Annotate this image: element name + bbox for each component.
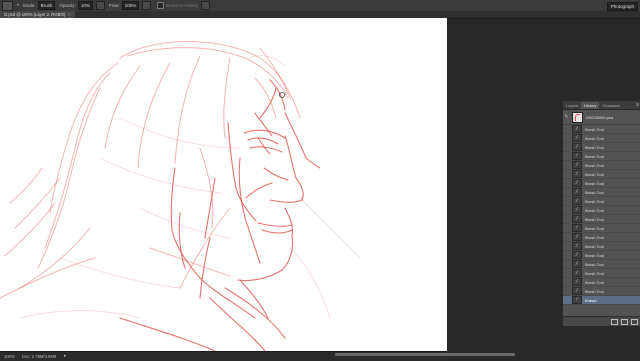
drawing-canvas[interactable] [0,18,447,351]
history-step[interactable]: ⁄ Brush Tool [563,206,640,215]
eraser-tool-icon[interactable] [2,0,13,11]
horizontal-scrollbar[interactable] [335,353,515,356]
history-step[interactable]: ⁄ Brush Tool [563,143,640,152]
history-step[interactable]: ⁄ Brush Tool [563,287,640,296]
history-steps-list: ⁄ Brush Tool ⁄ Brush Tool ⁄ Brush Tool ⁄ Brush … [563,125,640,305]
brush-icon: ⁄ [572,188,582,196]
history-step-label: Brush Tool [585,234,604,240]
history-step[interactable]: ⁄ Brush Tool [563,233,640,242]
history-step[interactable]: ⁄ Eraser [563,296,640,305]
history-step[interactable]: ⁄ Brush Tool [563,179,640,188]
mode-label: Mode: [23,3,36,8]
history-step-label: Brush Tool [585,189,604,195]
history-step-label: Brush Tool [585,144,604,150]
brush-preset-icon[interactable]: • [17,3,19,9]
brush-icon: ⁄ [572,143,582,151]
history-step-label: Brush Tool [585,288,604,294]
history-snapshot[interactable]: ✎ DSC00000.psd [563,110,640,125]
new-snapshot-icon[interactable] [621,319,628,325]
close-tab-icon[interactable]: × [68,12,70,17]
history-step-label: Brush Tool [585,198,604,204]
erase-to-history-checkbox[interactable] [157,2,165,9]
brush-icon: ⁄ [572,161,582,169]
brush-icon: ⁄ [572,134,582,142]
tab-layers[interactable]: Layers [563,102,581,109]
pressure-opacity-icon[interactable] [95,1,105,10]
history-step-label: Brush Tool [585,261,604,267]
history-step-label: Brush Tool [585,171,604,177]
brush-icon: ⁄ [572,152,582,160]
brush-icon: ⁄ [572,251,582,259]
tab-history[interactable]: History [581,102,600,109]
history-step-label: Brush Tool [585,162,604,168]
history-step-label: Brush Tool [585,225,604,231]
panel-menu-icon[interactable]: ≡ [636,102,639,109]
history-step[interactable]: ⁄ Brush Tool [563,152,640,161]
history-step[interactable]: ⁄ Brush Tool [563,215,640,224]
document-tab[interactable]: G.psd @ 100% (Layer 2, RGB/8) × [0,11,75,18]
history-step[interactable]: ⁄ Brush Tool [563,224,640,233]
history-step[interactable]: ⁄ Brush Tool [563,134,640,143]
brush-icon: ⁄ [572,170,582,178]
history-step[interactable]: ⁄ Brush Tool [563,170,640,179]
history-step-label: Eraser [585,297,597,303]
brush-icon: ⁄ [572,269,582,277]
eraser-icon: ⁄ [572,296,582,304]
history-step[interactable]: ⁄ Brush Tool [563,125,640,134]
history-source-brush-icon[interactable]: ✎ [563,114,570,120]
airbrush-icon[interactable] [142,1,152,10]
sketch-artwork [0,41,361,351]
history-step-label: Brush Tool [585,135,604,141]
history-step-label: Brush Tool [585,279,604,285]
history-step[interactable]: ⁄ Brush Tool [563,161,640,170]
history-step[interactable]: ⁄ Brush Tool [563,278,640,287]
history-step[interactable]: ⁄ Brush Tool [563,197,640,206]
brush-icon: ⁄ [572,242,582,250]
history-step-label: Brush Tool [585,216,604,222]
opacity-field[interactable]: 10% [77,1,93,10]
history-step[interactable]: ⁄ Brush Tool [563,188,640,197]
brush-icon: ⁄ [572,224,582,232]
flow-field[interactable]: 100% [121,1,140,10]
brush-icon: ⁄ [572,233,582,241]
history-step-label: Brush Tool [585,243,604,249]
document-info: Doc: 2.78M/4.88M [22,354,57,359]
document-tab-title: G.psd @ 100% (Layer 2, RGB/8) [4,12,66,17]
flow-label: Flow: [108,3,120,8]
brush-icon: ⁄ [572,197,582,205]
history-step[interactable]: ⁄ Brush Tool [563,269,640,278]
pressure-size-icon[interactable] [201,1,211,10]
history-step-label: Brush Tool [585,270,604,276]
history-step-label: Brush Tool [585,252,604,258]
panel-footer [563,316,640,326]
panel-tabs: Layers History Character ≡ [563,101,640,110]
brush-icon: ⁄ [572,260,582,268]
opacity-label: Opacity: [59,3,76,8]
erase-to-history-label: Erase to History [166,3,199,8]
brush-icon: ⁄ [572,125,582,133]
snapshot-thumbnail [572,111,583,123]
history-step-label: Brush Tool [585,153,604,159]
brush-icon: ⁄ [572,215,582,223]
new-document-from-state-icon[interactable] [611,319,618,325]
snapshot-name: DSC00000.psd [586,114,614,120]
history-step-label: Brush Tool [585,180,604,186]
history-step[interactable]: ⁄ Brush Tool [563,242,640,251]
brush-icon: ⁄ [572,278,582,286]
workspace-switcher[interactable]: Photograph [606,2,638,11]
zoom-level[interactable]: 100% [4,354,15,359]
tab-character[interactable]: Character [599,102,623,109]
brush-icon: ⁄ [572,206,582,214]
mode-select[interactable]: Brush [37,1,56,10]
brush-icon: ⁄ [572,287,582,295]
status-menu-arrow-icon[interactable]: ▸ [64,353,67,359]
history-step[interactable]: ⁄ Brush Tool [563,260,640,269]
history-step[interactable]: ⁄ Brush Tool [563,251,640,260]
brush-icon: ⁄ [572,179,582,187]
history-panel: Layers History Character ≡ ✎ DSC00000.ps… [562,101,640,326]
history-step-label: Brush Tool [585,207,604,213]
history-step-label: Brush Tool [585,126,604,132]
trash-icon[interactable] [631,319,638,325]
